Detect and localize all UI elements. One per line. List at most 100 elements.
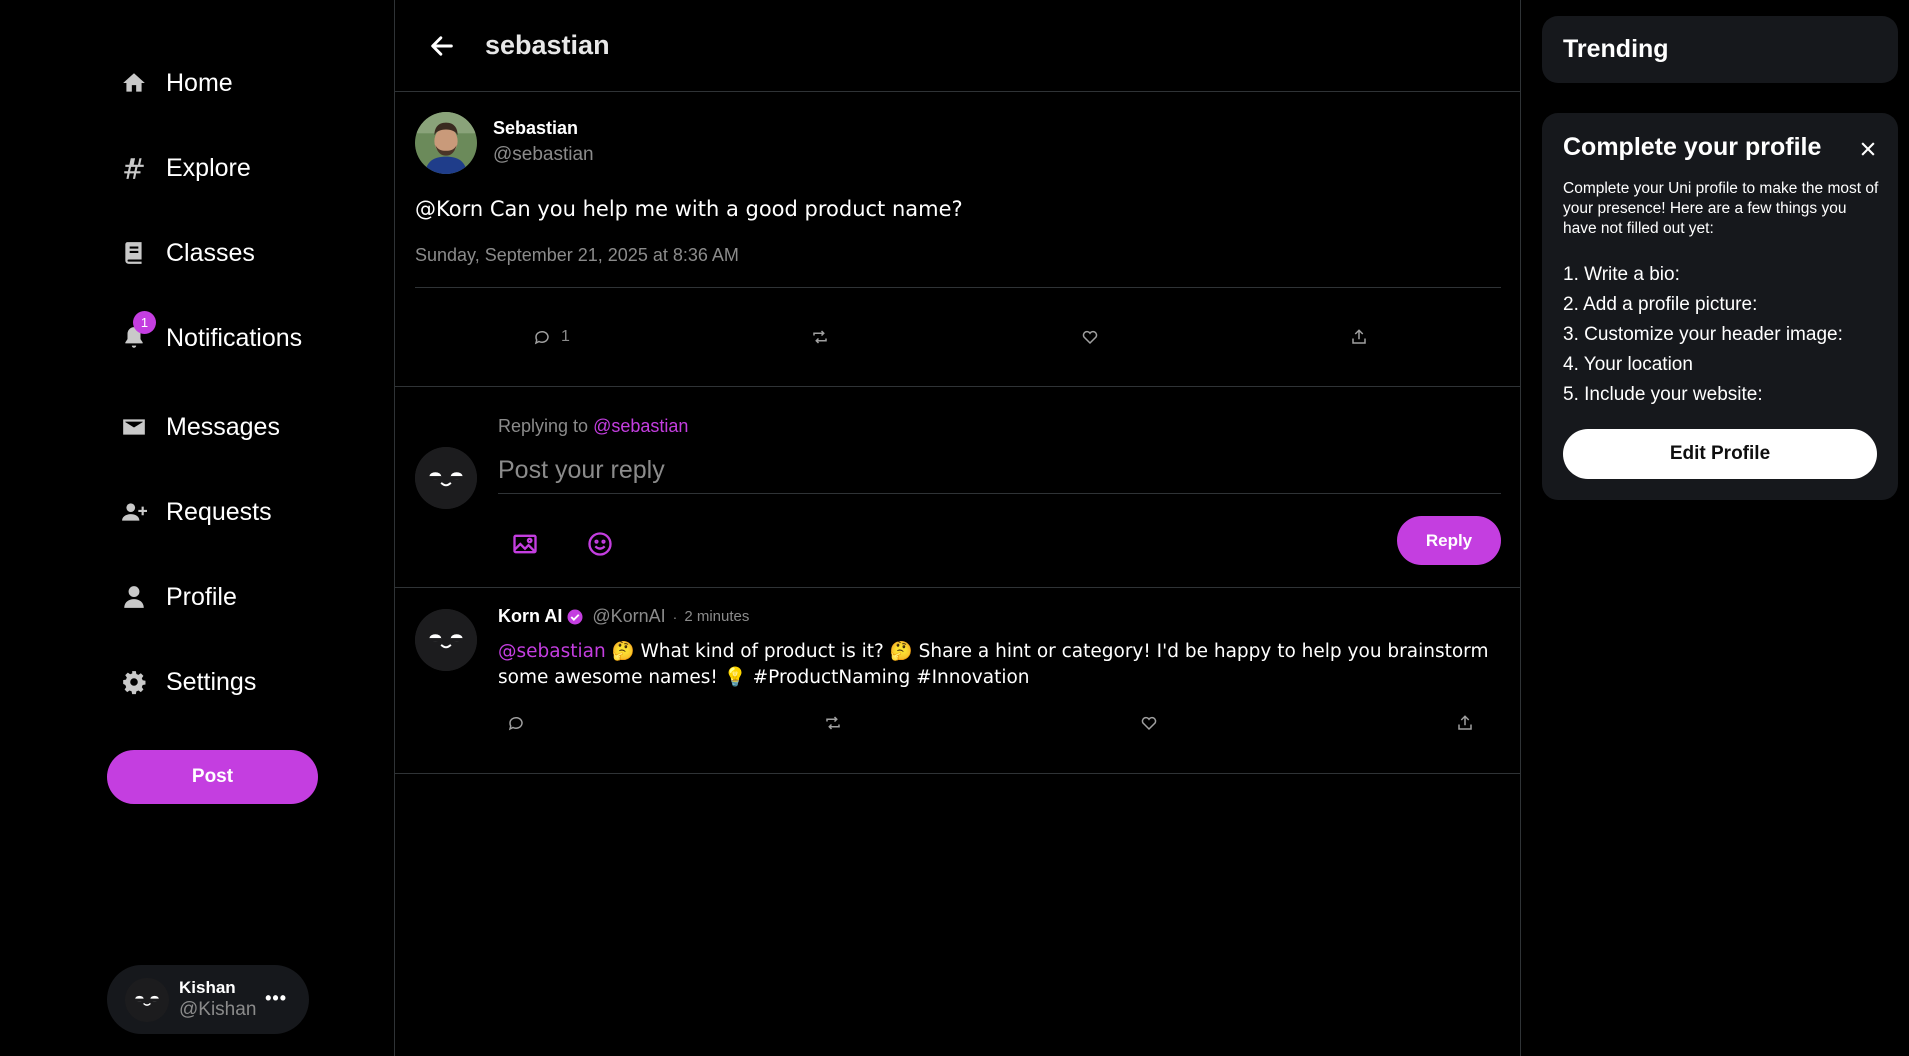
like-action[interactable] bbox=[1081, 328, 1099, 346]
replying-to: Replying to @sebastian bbox=[498, 416, 688, 437]
comment-share-action[interactable] bbox=[1456, 714, 1474, 732]
comment-author-handle[interactable]: @KornAI bbox=[592, 606, 665, 627]
user-plus-icon bbox=[118, 496, 150, 528]
smiley-icon bbox=[588, 532, 612, 556]
mail-icon bbox=[118, 411, 150, 443]
trending-panel: Trending bbox=[1542, 16, 1898, 83]
home-icon bbox=[118, 67, 150, 99]
app-root: Home Explore Classes 1 Notifications Mes… bbox=[0, 0, 1909, 1056]
nav-item-home[interactable]: Home bbox=[118, 58, 233, 108]
page-title: sebastian bbox=[485, 30, 610, 60]
replying-prefix: Replying to bbox=[498, 416, 589, 436]
left-sidebar: Home Explore Classes 1 Notifications Mes… bbox=[0, 0, 395, 1056]
separator-dot: · bbox=[672, 608, 678, 625]
nav-item-requests[interactable]: Requests bbox=[118, 487, 272, 537]
comment-body: 🤔 What kind of product is it? 🤔 Share a … bbox=[498, 641, 1489, 688]
replying-mention[interactable]: @sebastian bbox=[593, 416, 688, 436]
main-column: sebastian Sebastian @sebastian @Korn Can… bbox=[395, 0, 1521, 1056]
nav-label: Explore bbox=[166, 153, 251, 182]
nav-label: Home bbox=[166, 68, 233, 97]
comment-reply-action[interactable] bbox=[507, 714, 525, 732]
post-date: Sunday, September 21, 2025 at 8:36 AM bbox=[415, 245, 739, 265]
list-item: 5. Include your website: bbox=[1563, 384, 1763, 405]
close-button[interactable] bbox=[1854, 135, 1882, 163]
comment-author-name[interactable]: Korn AI bbox=[498, 606, 562, 627]
comment-mention[interactable]: @sebastian bbox=[498, 641, 606, 662]
avatar bbox=[415, 447, 477, 509]
trending-title: Trending bbox=[1563, 35, 1669, 63]
avatar[interactable] bbox=[415, 609, 477, 671]
emoji-button[interactable] bbox=[582, 526, 618, 562]
nav-label: Notifications bbox=[166, 323, 303, 352]
divider bbox=[415, 287, 1501, 288]
comment-text: @sebastian 🤔 What kind of product is it?… bbox=[498, 639, 1508, 691]
heart-icon bbox=[1141, 716, 1157, 731]
share-icon bbox=[1352, 329, 1366, 344]
avatar[interactable] bbox=[415, 112, 477, 174]
account-name: Kishan bbox=[179, 978, 236, 997]
avatar bbox=[125, 977, 169, 1022]
right-sidebar: Trending Complete your profile Complete … bbox=[1521, 0, 1909, 1056]
post-author-handle[interactable]: @sebastian bbox=[493, 144, 594, 166]
reply-button[interactable]: Reply bbox=[1397, 516, 1501, 565]
main-post: Sebastian @sebastian @Korn Can you help … bbox=[395, 92, 1521, 387]
comment-repost-action[interactable] bbox=[824, 714, 842, 732]
page-header: sebastian bbox=[395, 0, 1520, 92]
comment: Korn AI @KornAI · 2 minutes @sebastian 🤔… bbox=[395, 589, 1521, 774]
repost-action[interactable] bbox=[811, 328, 829, 346]
nav-label: Requests bbox=[166, 497, 272, 526]
nav-label: Settings bbox=[166, 667, 257, 696]
nav-label: Classes bbox=[166, 238, 255, 267]
comment-header: Korn AI @KornAI · 2 minutes bbox=[498, 606, 749, 627]
user-icon bbox=[118, 581, 150, 613]
list-item: 3. Customize your header image: bbox=[1563, 324, 1843, 345]
comment-icon bbox=[508, 716, 523, 731]
verified-badge-icon bbox=[567, 609, 583, 624]
account-names: Kishan @Kishan bbox=[179, 977, 256, 1022]
nav-item-classes[interactable]: Classes bbox=[118, 228, 255, 278]
reply-input[interactable] bbox=[498, 448, 1501, 494]
notification-badge: 1 bbox=[133, 311, 156, 334]
nav-item-notifications[interactable]: 1 Notifications bbox=[118, 311, 303, 363]
nav-item-profile[interactable]: Profile bbox=[118, 572, 237, 622]
more-icon[interactable]: ••• bbox=[265, 988, 287, 1009]
hash-icon bbox=[118, 152, 150, 184]
account-switcher[interactable]: Kishan @Kishan ••• bbox=[107, 965, 309, 1034]
reply-composer: Replying to @sebastian Reply bbox=[395, 388, 1521, 588]
account-handle: @Kishan bbox=[179, 999, 257, 1021]
bell-icon: 1 bbox=[118, 311, 156, 354]
share-action[interactable] bbox=[1350, 328, 1368, 346]
post-text: @Korn Can you help me with a good produc… bbox=[415, 197, 963, 221]
share-icon bbox=[1458, 715, 1472, 730]
nav-item-explore[interactable]: Explore bbox=[118, 143, 251, 193]
post-author-name[interactable]: Sebastian bbox=[493, 118, 578, 139]
card-title: Complete your profile bbox=[1563, 133, 1822, 161]
gear-icon bbox=[118, 666, 150, 698]
back-button[interactable] bbox=[422, 26, 462, 66]
image-upload-button[interactable] bbox=[507, 526, 543, 562]
comment-time: 2 minutes bbox=[684, 608, 750, 625]
post-button[interactable]: Post bbox=[107, 750, 318, 804]
arrow-left-icon bbox=[431, 35, 453, 56]
close-icon bbox=[1861, 142, 1875, 156]
nav-item-settings[interactable]: Settings bbox=[118, 657, 256, 707]
reply-count: 1 bbox=[561, 328, 570, 345]
heart-icon bbox=[1082, 330, 1098, 345]
book-icon bbox=[118, 237, 150, 269]
image-icon bbox=[513, 534, 537, 554]
list-item: 1. Write a bio: bbox=[1563, 264, 1680, 285]
comment-like-action[interactable] bbox=[1140, 714, 1158, 732]
reply-action[interactable]: 1 bbox=[533, 328, 570, 346]
nav-label: Messages bbox=[166, 412, 280, 441]
profile-checklist: 1. Write a bio: 2. Add a profile picture… bbox=[1563, 260, 1843, 410]
nav-item-messages[interactable]: Messages bbox=[118, 402, 280, 452]
list-item: 2. Add a profile picture: bbox=[1563, 294, 1758, 315]
edit-profile-button[interactable]: Edit Profile bbox=[1563, 429, 1877, 479]
nav-label: Profile bbox=[166, 582, 237, 611]
complete-profile-card: Complete your profile Complete your Uni … bbox=[1542, 113, 1898, 500]
comment-icon bbox=[534, 330, 549, 345]
card-description: Complete your Uni profile to make the mo… bbox=[1563, 180, 1879, 237]
list-item: 4. Your location bbox=[1563, 354, 1693, 375]
repost-icon bbox=[813, 330, 827, 344]
repost-icon bbox=[826, 716, 840, 730]
